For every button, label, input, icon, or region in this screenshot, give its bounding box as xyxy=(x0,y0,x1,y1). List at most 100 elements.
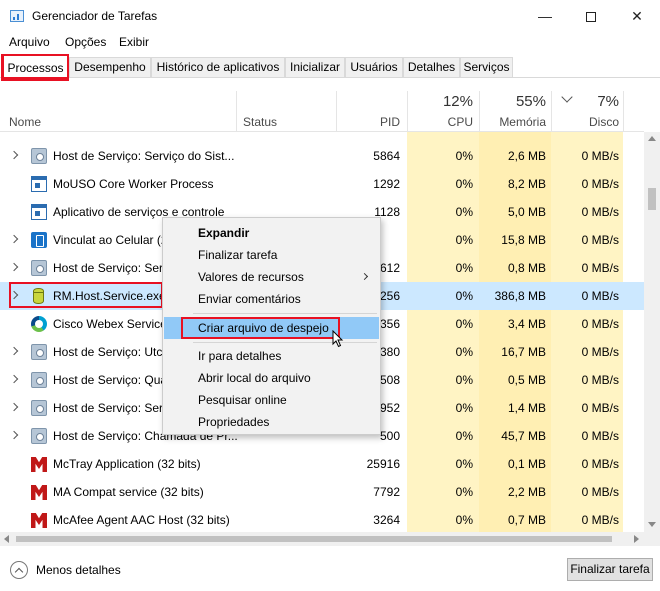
process-name: Host de Serviço: Serv xyxy=(53,261,170,275)
ctx-item-label: Pesquisar online xyxy=(198,393,287,407)
table-row[interactable]: McTray Application (32 bits) 25916 0% 0,1 M… xyxy=(0,450,644,478)
horizontal-scroll-thumb[interactable] xyxy=(16,536,612,542)
column-separator[interactable] xyxy=(336,91,337,131)
ctx-expandir[interactable]: Expandir xyxy=(164,222,379,244)
ctx-item-label: Expandir xyxy=(198,226,250,240)
process-cpu: 0% xyxy=(455,457,473,471)
scroll-left-icon[interactable] xyxy=(4,535,9,543)
maximize-button[interactable] xyxy=(568,0,614,32)
menu-exibir[interactable]: Exibir xyxy=(119,35,149,49)
column-separator[interactable] xyxy=(623,91,624,131)
tab-historico[interactable]: Histórico de aplicativos xyxy=(151,57,285,77)
process-cpu: 0% xyxy=(455,233,473,247)
chevron-right-icon[interactable] xyxy=(9,346,19,356)
maximize-icon xyxy=(586,12,596,23)
process-cpu: 0% xyxy=(455,149,473,163)
scroll-down-icon[interactable] xyxy=(648,522,656,527)
chevron-right-icon[interactable] xyxy=(9,150,19,160)
ctx-propriedades[interactable]: Propriedades xyxy=(164,411,379,433)
process-cpu: 0% xyxy=(455,429,473,443)
process-pid: 5864 xyxy=(373,149,400,163)
process-pid: 1292 xyxy=(373,177,400,191)
tab-servicos[interactable]: Serviços xyxy=(460,57,513,77)
chevron-right-icon[interactable] xyxy=(9,374,19,384)
process-disk: 0 MB/s xyxy=(581,513,619,527)
ctx-item-label: Enviar comentários xyxy=(198,292,301,306)
table-row[interactable]: Host de Serviço: Serviço do Sist... 5864 0… xyxy=(0,142,644,170)
scroll-up-icon[interactable] xyxy=(648,136,656,141)
ctx-item-label: Criar arquivo de despejo xyxy=(198,321,329,335)
ctx-separator xyxy=(193,342,377,343)
table-row-partial[interactable] xyxy=(0,132,644,142)
process-disk: 0 MB/s xyxy=(581,317,619,331)
tab-detalhes[interactable]: Detalhes xyxy=(403,57,460,77)
process-memory: 2,2 MB xyxy=(507,485,546,499)
process-disk: 0 MB/s xyxy=(581,373,619,387)
close-button[interactable]: ✕ xyxy=(614,0,660,32)
ctx-enviar-comentarios[interactable]: Enviar comentários xyxy=(164,288,379,310)
process-name: Host de Serviço: Serv xyxy=(53,401,170,415)
window-icon xyxy=(31,204,47,220)
ctx-valores-de-recursos[interactable]: Valores de recursos xyxy=(164,266,379,288)
chevron-right-icon[interactable] xyxy=(9,402,19,412)
table-row[interactable]: MoUSO Core Worker Process 1292 0% 8,2 MB 0 M… xyxy=(0,170,644,198)
column-cpu[interactable]: CPU xyxy=(407,115,473,129)
table-row[interactable]: McAfee Agent AAC Host (32 bits) 3264 0% 0,7… xyxy=(0,506,644,532)
vertical-scrollbar[interactable] xyxy=(644,132,660,532)
table-row[interactable]: MA Compat service (32 bits) 7792 0% 2,2 MB 0… xyxy=(0,478,644,506)
end-task-button[interactable]: Finalizar tarefa xyxy=(567,558,653,581)
process-memory: 0,5 MB xyxy=(507,373,546,387)
column-separator[interactable] xyxy=(236,91,237,131)
title-bar: Gerenciador de Tarefas — ✕ xyxy=(0,0,660,32)
column-disk[interactable]: Disco xyxy=(551,115,619,129)
process-memory: 0,1 MB xyxy=(507,457,546,471)
tab-usuarios[interactable]: Usuários xyxy=(345,57,403,77)
process-name: McAfee Agent AAC Host (32 bits) xyxy=(53,513,230,527)
gear-icon xyxy=(31,260,47,276)
tab-desempenho[interactable]: Desempenho xyxy=(69,57,151,77)
chevron-right-icon[interactable] xyxy=(9,234,19,244)
chevron-right-icon[interactable] xyxy=(9,430,19,440)
tab-bar: Processos Desempenho Histórico de aplica… xyxy=(0,54,660,79)
chevron-up-icon[interactable] xyxy=(10,561,28,579)
process-cpu: 0% xyxy=(455,177,473,191)
process-memory: 45,7 MB xyxy=(501,429,546,443)
process-cpu: 0% xyxy=(455,373,473,387)
ctx-criar-arquivo-de-despejo[interactable]: Criar arquivo de despejo xyxy=(164,317,379,339)
vertical-scroll-thumb[interactable] xyxy=(648,188,656,210)
tab-inicializar[interactable]: Inicializar xyxy=(285,57,345,77)
column-name[interactable]: Nome xyxy=(9,115,41,129)
menu-arquivo[interactable]: Arquivo xyxy=(9,35,50,49)
disk-total: 7% xyxy=(597,93,619,110)
ctx-abrir-local[interactable]: Abrir local do arquivo xyxy=(164,367,379,389)
mcafee-icon xyxy=(31,484,47,500)
gear-icon xyxy=(31,428,47,444)
scroll-right-icon[interactable] xyxy=(634,535,639,543)
process-disk: 0 MB/s xyxy=(581,485,619,499)
less-details-link[interactable]: Menos detalhes xyxy=(36,563,121,577)
disk-heat-cell xyxy=(551,132,623,142)
process-memory: 386,8 MB xyxy=(494,289,546,303)
process-memory: 16,7 MB xyxy=(501,345,546,359)
ctx-pesquisar-online[interactable]: Pesquisar online xyxy=(164,389,379,411)
minimize-button[interactable]: — xyxy=(522,0,568,32)
process-cpu: 0% xyxy=(455,205,473,219)
column-memory[interactable]: Memória xyxy=(479,115,546,129)
column-pid[interactable]: PID xyxy=(340,115,400,129)
window-icon xyxy=(31,176,47,192)
ctx-finalizar-tarefa[interactable]: Finalizar tarefa xyxy=(164,244,379,266)
column-status[interactable]: Status xyxy=(243,115,277,129)
process-name: McTray Application (32 bits) xyxy=(53,457,201,471)
column-header: Nome Status PID 12% CPU 55% Memória 7% D… xyxy=(0,79,644,132)
context-menu: Expandir Finalizar tarefa Valores de rec… xyxy=(162,217,381,435)
chevron-right-icon[interactable] xyxy=(9,290,19,300)
ctx-ir-para-detalhes[interactable]: Ir para detalhes xyxy=(164,345,379,367)
process-memory: 5,0 MB xyxy=(507,205,546,219)
process-disk: 0 MB/s xyxy=(581,345,619,359)
mcafee-icon xyxy=(31,456,47,472)
process-memory: 0,7 MB xyxy=(507,513,546,527)
horizontal-scrollbar[interactable] xyxy=(0,532,660,546)
tab-processos[interactable]: Processos xyxy=(2,54,69,79)
menu-opcoes[interactable]: Opções xyxy=(65,35,106,49)
chevron-right-icon[interactable] xyxy=(9,262,19,272)
